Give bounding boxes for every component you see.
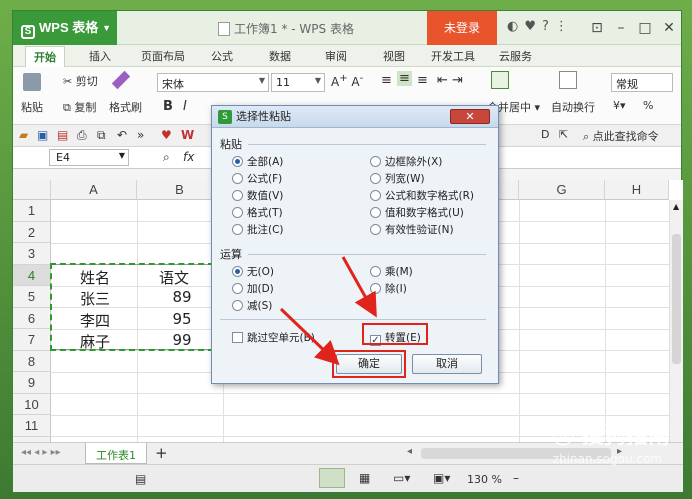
arrow-to-ok	[279, 307, 340, 366]
watermark-brand: ⓢ 搜狗指南	[552, 424, 670, 449]
watermark-url: zhinan.sogou.com	[552, 452, 662, 466]
arrow-to-transpose	[341, 256, 377, 318]
watermark-logo-icon: ⓢ	[552, 424, 575, 449]
